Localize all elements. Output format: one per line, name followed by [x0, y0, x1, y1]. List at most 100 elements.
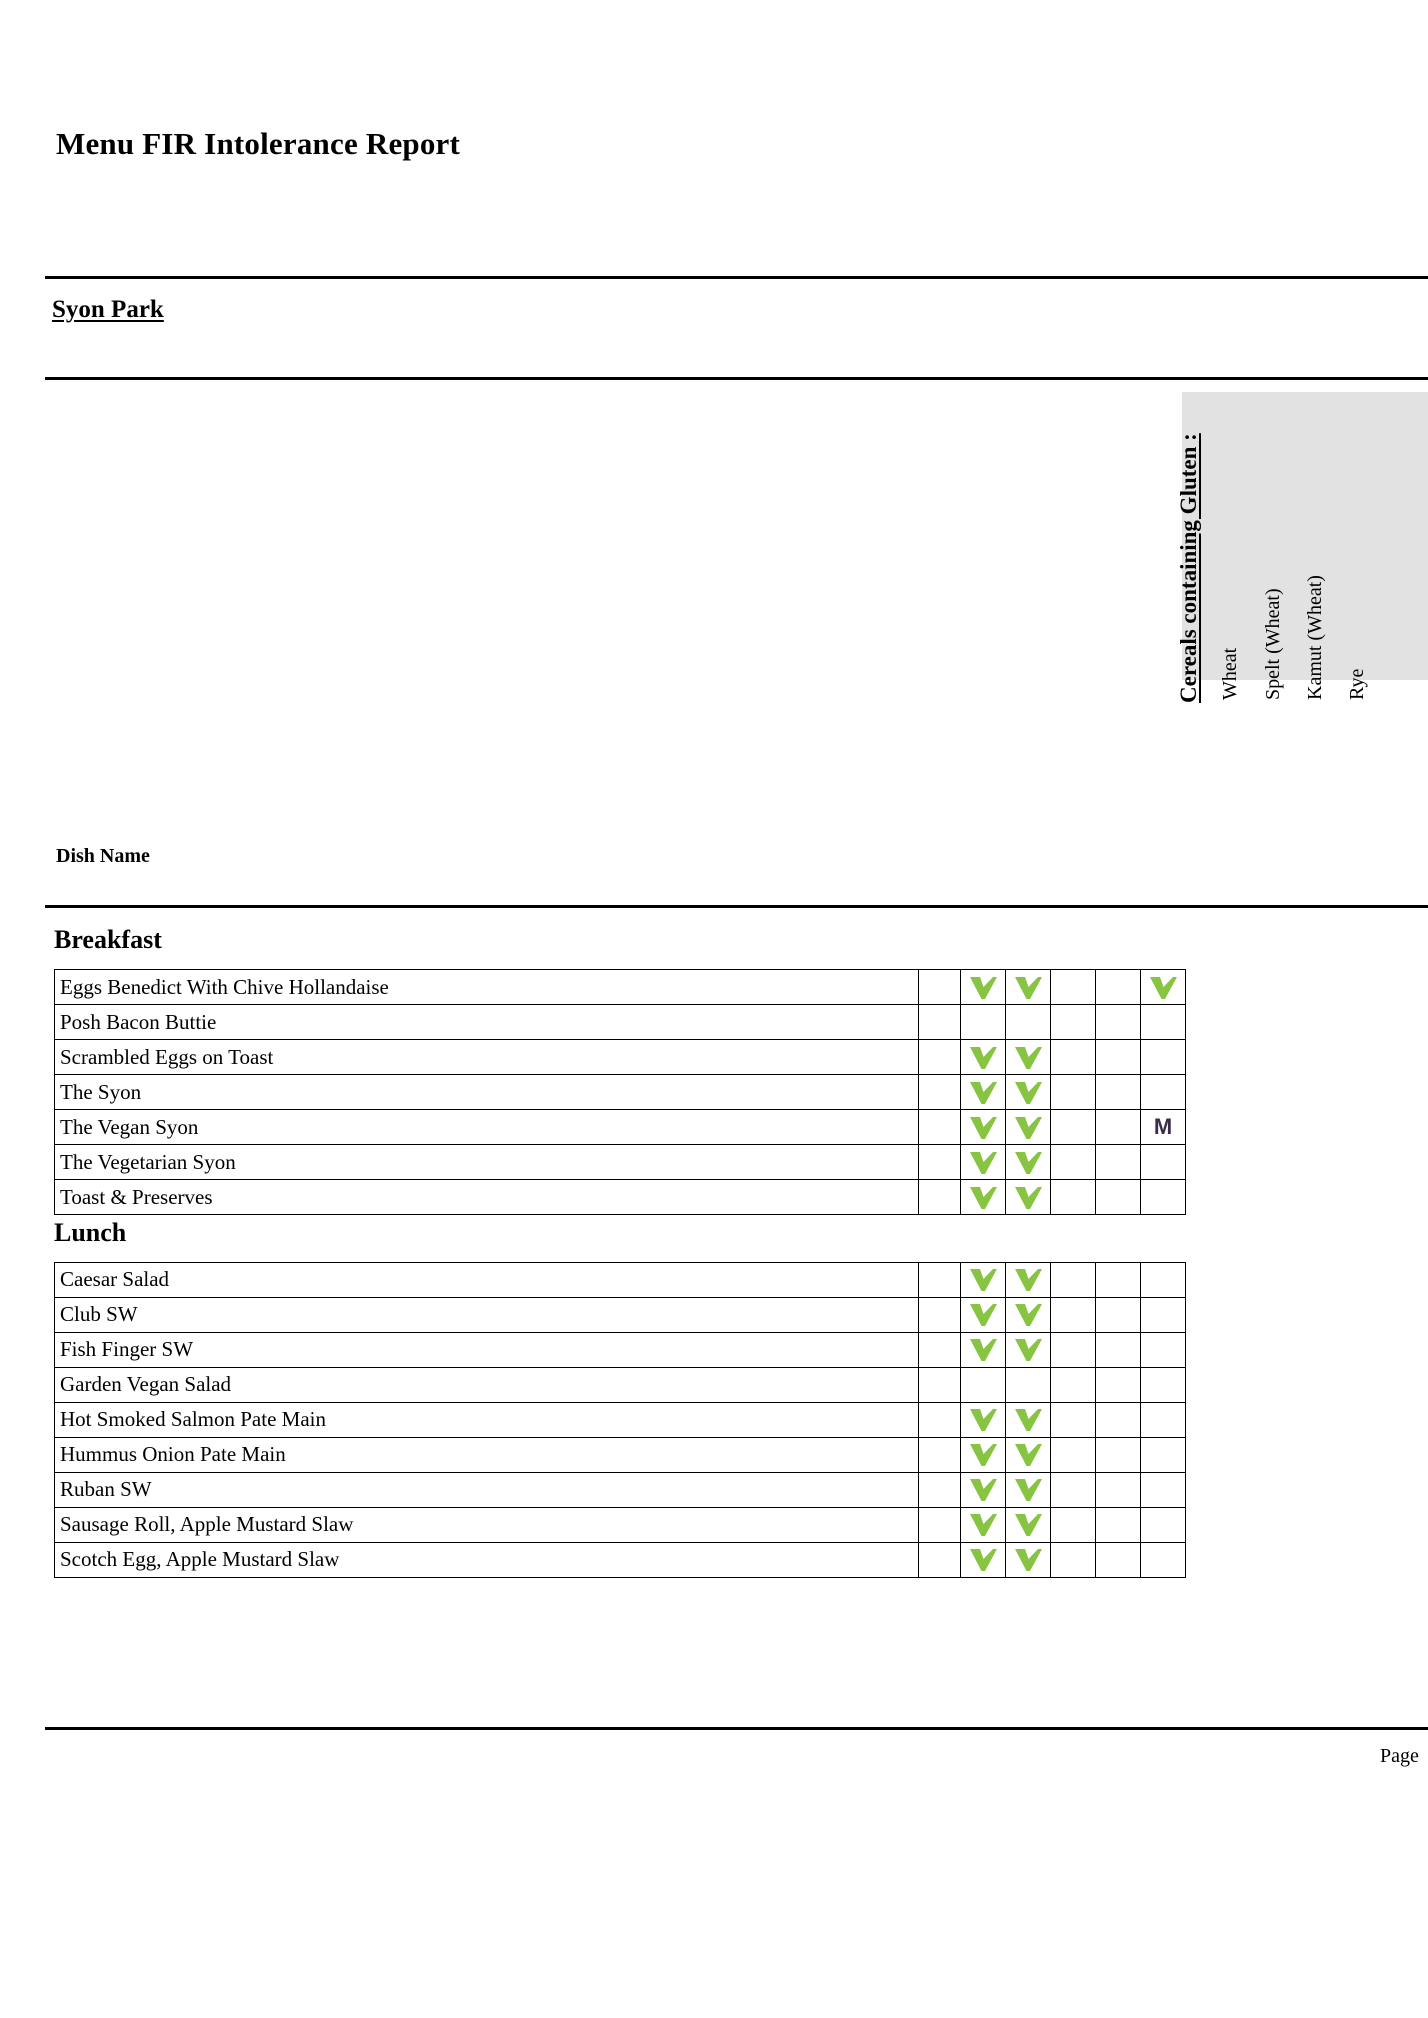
allergen-cell-spelt	[1005, 1296, 1051, 1333]
column-header-kamut-wheat: Kamut (Wheat)	[1304, 575, 1326, 700]
allergen-cell-rye	[1095, 1144, 1141, 1180]
allergen-cell-rye	[1095, 1074, 1141, 1110]
check-icon	[1013, 975, 1043, 1001]
allergen-cell-gluten-group	[918, 1296, 961, 1333]
allergen-cell-rye	[1095, 1296, 1141, 1333]
allergen-cell-wheat	[960, 1261, 1006, 1298]
column-header-rye: Rye	[1346, 668, 1368, 700]
table-row: Ruban SW	[54, 1471, 1186, 1508]
check-icon	[1013, 1302, 1043, 1328]
allergen-cell-col4	[1140, 1179, 1186, 1215]
check-icon	[1013, 1150, 1043, 1176]
allergen-cell-kamut	[1050, 1144, 1096, 1180]
allergen-cell-col4	[1140, 1261, 1186, 1298]
allergen-cell-col4	[1140, 1039, 1186, 1075]
header-rule-top	[45, 276, 1428, 279]
allergen-cell-col4	[1140, 1401, 1186, 1438]
allergen-cell-gluten-group	[918, 1039, 961, 1075]
allergen-cell-gluten-group	[918, 1261, 961, 1298]
check-icon	[1013, 1442, 1043, 1468]
check-icon	[968, 1407, 998, 1433]
allergen-cell-spelt	[1005, 1331, 1051, 1368]
check-icon	[968, 1337, 998, 1363]
table-row: Eggs Benedict With Chive Hollandaise	[54, 969, 1186, 1005]
check-icon	[1013, 1407, 1043, 1433]
allergen-cell-spelt	[1005, 1144, 1051, 1180]
allergen-cell-spelt	[1005, 1179, 1051, 1215]
table-row: Scrambled Eggs on Toast	[54, 1039, 1186, 1075]
allergen-cell-kamut	[1050, 1004, 1096, 1040]
allergen-cell-gluten-group	[918, 1401, 961, 1438]
allergen-cell-spelt	[1005, 1541, 1051, 1578]
report-page: Menu FIR Intolerance Report Syon Park Ce…	[0, 0, 1428, 2018]
dish-name-cell: Hummus Onion Pate Main	[54, 1436, 919, 1473]
allergen-cell-wheat	[960, 1296, 1006, 1333]
table-row: Posh Bacon Buttie	[54, 1004, 1186, 1040]
page-title: Menu FIR Intolerance Report	[56, 126, 461, 161]
dish-name-cell: Club SW	[54, 1296, 919, 1333]
allergen-cell-gluten-group	[918, 1366, 961, 1403]
check-icon	[968, 975, 998, 1001]
allergen-cell-col4: M	[1140, 1109, 1186, 1145]
header-rule-bottom	[45, 377, 1428, 380]
allergen-cell-rye	[1095, 1109, 1141, 1145]
section-heading-breakfast: Breakfast	[54, 925, 162, 954]
dish-name-cell: Ruban SW	[54, 1471, 919, 1508]
column-headers: Cereals containing Gluten : Wheat Spelt (W…	[0, 386, 1428, 703]
allergen-cell-spelt	[1005, 1109, 1051, 1145]
allergen-cell-col4	[1140, 1436, 1186, 1473]
allergen-cell-kamut	[1050, 1436, 1096, 1473]
allergen-cell-gluten-group	[918, 1144, 961, 1180]
allergen-cell-rye	[1095, 1401, 1141, 1438]
table-row: Hot Smoked Salmon Pate Main	[54, 1401, 1186, 1438]
allergen-cell-spelt	[1005, 1261, 1051, 1298]
allergen-cell-kamut	[1050, 1541, 1096, 1578]
allergen-cell-kamut	[1050, 1109, 1096, 1145]
allergen-cell-spelt	[1005, 1506, 1051, 1543]
allergen-cell-spelt	[1005, 1004, 1051, 1040]
allergen-cell-wheat	[960, 1401, 1006, 1438]
allergen-cell-kamut	[1050, 1074, 1096, 1110]
check-icon	[968, 1267, 998, 1293]
allergen-cell-wheat	[960, 1004, 1006, 1040]
may-contain-marker: M	[1153, 1114, 1173, 1139]
check-icon	[968, 1477, 998, 1503]
table-row: Sausage Roll, Apple Mustard Slaw	[54, 1506, 1186, 1543]
dish-name-cell: Posh Bacon Buttie	[54, 1004, 919, 1040]
allergen-cell-gluten-group	[918, 1436, 961, 1473]
allergen-cell-col4	[1140, 1296, 1186, 1333]
allergen-cell-gluten-group	[918, 1179, 961, 1215]
check-icon	[968, 1045, 998, 1071]
check-icon	[968, 1442, 998, 1468]
allergen-cell-wheat	[960, 1179, 1006, 1215]
allergen-cell-spelt	[1005, 1436, 1051, 1473]
check-icon	[1013, 1547, 1043, 1573]
allergen-cell-gluten-group	[918, 1541, 961, 1578]
allergen-cell-kamut	[1050, 1296, 1096, 1333]
allergen-cell-col4	[1140, 1144, 1186, 1180]
allergen-cell-kamut	[1050, 1366, 1096, 1403]
section-heading-lunch: Lunch	[54, 1217, 127, 1247]
allergen-cell-wheat	[960, 1039, 1006, 1075]
allergen-cell-rye	[1095, 1541, 1141, 1578]
dish-name-cell: Caesar Salad	[54, 1261, 919, 1298]
dish-name-cell: Scrambled Eggs on Toast	[54, 1039, 919, 1075]
check-icon	[968, 1512, 998, 1538]
allergen-cell-kamut	[1050, 1506, 1096, 1543]
allergen-cell-wheat	[960, 1144, 1006, 1180]
check-icon	[1013, 1080, 1043, 1106]
table-row: Scotch Egg, Apple Mustard Slaw	[54, 1541, 1186, 1578]
check-icon	[1148, 975, 1178, 1001]
allergen-cell-spelt	[1005, 1366, 1051, 1403]
dish-name-cell: Eggs Benedict With Chive Hollandaise	[54, 969, 919, 1005]
check-icon	[968, 1150, 998, 1176]
allergen-cell-wheat	[960, 1506, 1006, 1543]
check-icon	[1013, 1337, 1043, 1363]
dish-name-column-header: Dish Name	[56, 845, 150, 867]
allergen-cell-kamut	[1050, 1401, 1096, 1438]
allergen-cell-col4	[1140, 1366, 1186, 1403]
allergen-cell-gluten-group	[918, 1109, 961, 1145]
table-row: Caesar Salad	[54, 1261, 1186, 1298]
allergen-cell-spelt	[1005, 969, 1051, 1005]
check-icon	[1013, 1477, 1043, 1503]
